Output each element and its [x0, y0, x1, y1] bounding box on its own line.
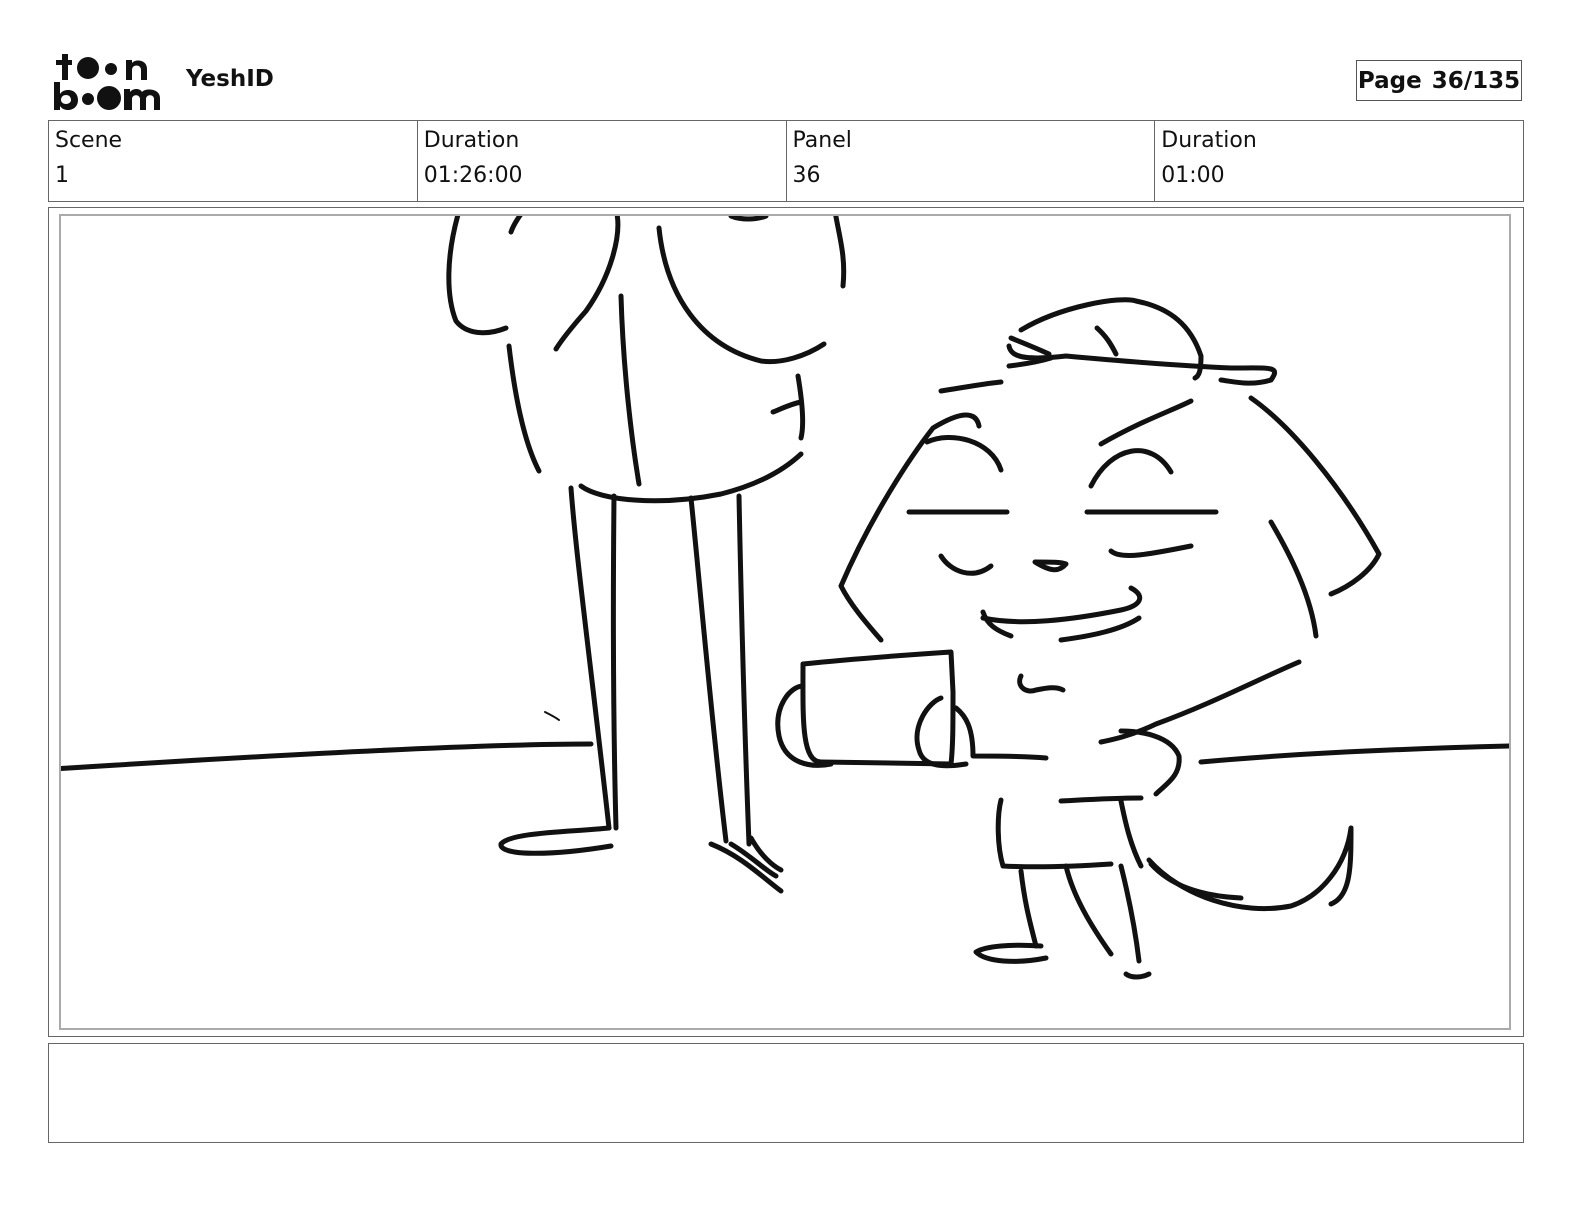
page-number: 36/135: [1431, 67, 1521, 94]
panel-notes-box: [48, 1043, 1524, 1143]
tall-character-right-arm: [833, 216, 847, 289]
tall-character-belly: [656, 225, 827, 365]
scene-cell: Scene 1: [49, 121, 418, 201]
tall-character-crease: [618, 293, 642, 487]
storyboard-drawing-area: [59, 214, 1511, 1030]
head-right: [1248, 395, 1382, 597]
panel-duration-value: 01:00: [1161, 163, 1225, 188]
tail-inner: [1148, 861, 1244, 901]
scene-value: 1: [55, 163, 69, 188]
leg-mid: [1063, 863, 1114, 957]
brow-left: [924, 435, 1004, 473]
floor-line-right: [1198, 743, 1509, 765]
head-ear-right: [1268, 519, 1319, 639]
panel-info-table: Scene 1 Duration 01:26:00 Panel 36 Durat…: [48, 120, 1524, 202]
storyboard-panel-frame: [48, 207, 1524, 1037]
panel-duration-label: Duration: [1161, 128, 1257, 153]
panel-cell: Panel 36: [787, 121, 1156, 201]
leg-right: [1118, 863, 1142, 964]
panel-value: 36: [792, 163, 821, 188]
cheek-left: [938, 553, 994, 576]
tall-character-foot-left: [498, 825, 614, 856]
mouth: [980, 585, 1143, 625]
tall-character-front-fold: [553, 216, 621, 352]
tail: [1146, 825, 1354, 912]
tall-character-foot-right: [708, 835, 784, 894]
scene-label: Scene: [55, 128, 123, 153]
nose: [1032, 559, 1069, 573]
tall-character-left-arm: [446, 216, 509, 336]
chin: [1017, 673, 1066, 694]
toon-boom-logo: [52, 52, 164, 112]
mouth-corner: [980, 609, 1142, 643]
tall-character-leg-2: [610, 493, 619, 831]
shorts-right: [1118, 798, 1144, 869]
project-title: YeshID: [186, 66, 274, 92]
tall-character-side: [795, 373, 806, 441]
tall-character-top-stroke-2: [728, 216, 769, 222]
hat-knot: [1094, 325, 1119, 357]
scene-duration-value: 01:26:00: [423, 163, 523, 188]
foot-right: [1123, 971, 1152, 980]
floor-line-left: [61, 741, 594, 772]
page-label: Page: [1357, 67, 1422, 94]
tall-character-leg-4: [736, 493, 752, 847]
tall-character-shadow-tick: [544, 711, 560, 721]
brow-right-line: [1098, 398, 1194, 447]
storyboard-sketch: [61, 216, 1509, 980]
page-indicator: Page 36/135: [1356, 60, 1522, 101]
scene-duration-label: Duration: [423, 128, 520, 153]
tall-character-leg-3: [688, 495, 729, 844]
head-left: [838, 412, 982, 643]
shorts-waist: [1058, 795, 1144, 804]
arm-right: [1118, 728, 1182, 797]
cheek-right: [1108, 543, 1194, 558]
tall-character-hand: [770, 399, 804, 415]
sleeve: [953, 705, 1049, 761]
panel-duration-cell: Duration 01:00: [1155, 121, 1523, 201]
panel-label: Panel: [792, 128, 852, 153]
tall-character-back: [506, 343, 542, 474]
foot-left: [973, 942, 1049, 964]
brow-right: [1088, 448, 1174, 489]
tall-character-leg-1: [568, 485, 612, 831]
leg-left: [1018, 868, 1039, 949]
scene-duration-cell: Duration 01:26:00: [418, 121, 787, 201]
shorts-left: [995, 797, 1114, 870]
tall-character-top-stroke: [508, 216, 523, 235]
head-left-top: [938, 379, 1004, 394]
